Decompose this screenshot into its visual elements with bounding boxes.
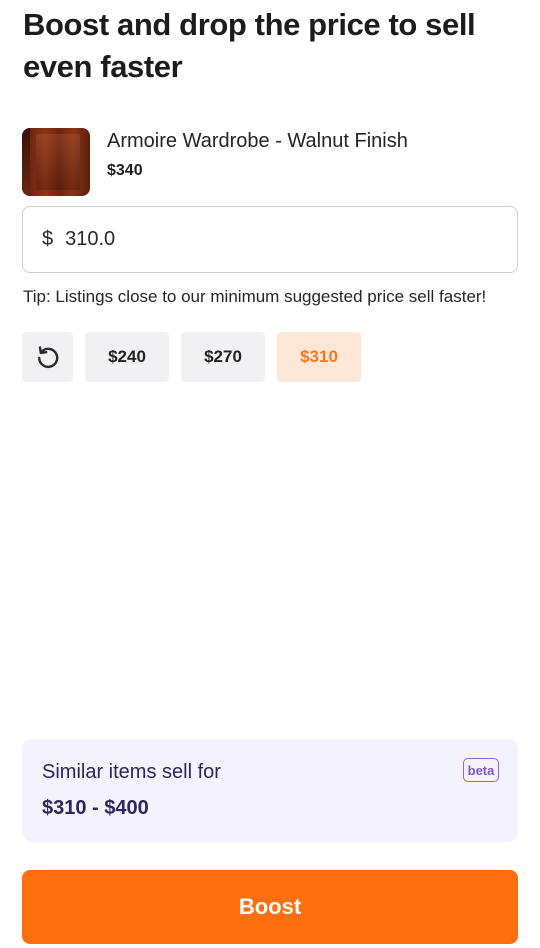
beta-badge: beta: [463, 758, 499, 782]
price-tip: Tip: Listings close to our minimum sugge…: [23, 287, 487, 306]
currency-symbol: $: [42, 228, 54, 250]
item-title: Armoire Wardrobe - Walnut Finish: [107, 130, 408, 152]
price-chip-310[interactable]: $310: [277, 332, 361, 382]
page-title: Boost and drop the price to sell even fa…: [23, 7, 476, 84]
similar-items-card: Similar items sell for $310 - $400 beta: [22, 739, 518, 842]
item-current-price: $340: [107, 162, 143, 179]
listing-summary: Armoire Wardrobe - Walnut Finish $340: [22, 128, 518, 196]
boost-button[interactable]: Boost: [22, 870, 518, 944]
similar-items-range: $310 - $400: [42, 797, 149, 819]
price-suggestions: $240 $270 $310: [22, 332, 361, 382]
price-chip-240[interactable]: $240: [85, 332, 169, 382]
similar-items-label: Similar items sell for: [42, 761, 221, 783]
price-input[interactable]: [65, 228, 466, 251]
item-thumbnail: [22, 128, 90, 196]
price-chip-270[interactable]: $270: [181, 332, 265, 382]
reset-price-button[interactable]: [22, 332, 73, 382]
price-field[interactable]: $: [22, 206, 518, 273]
reset-icon: [37, 346, 58, 369]
